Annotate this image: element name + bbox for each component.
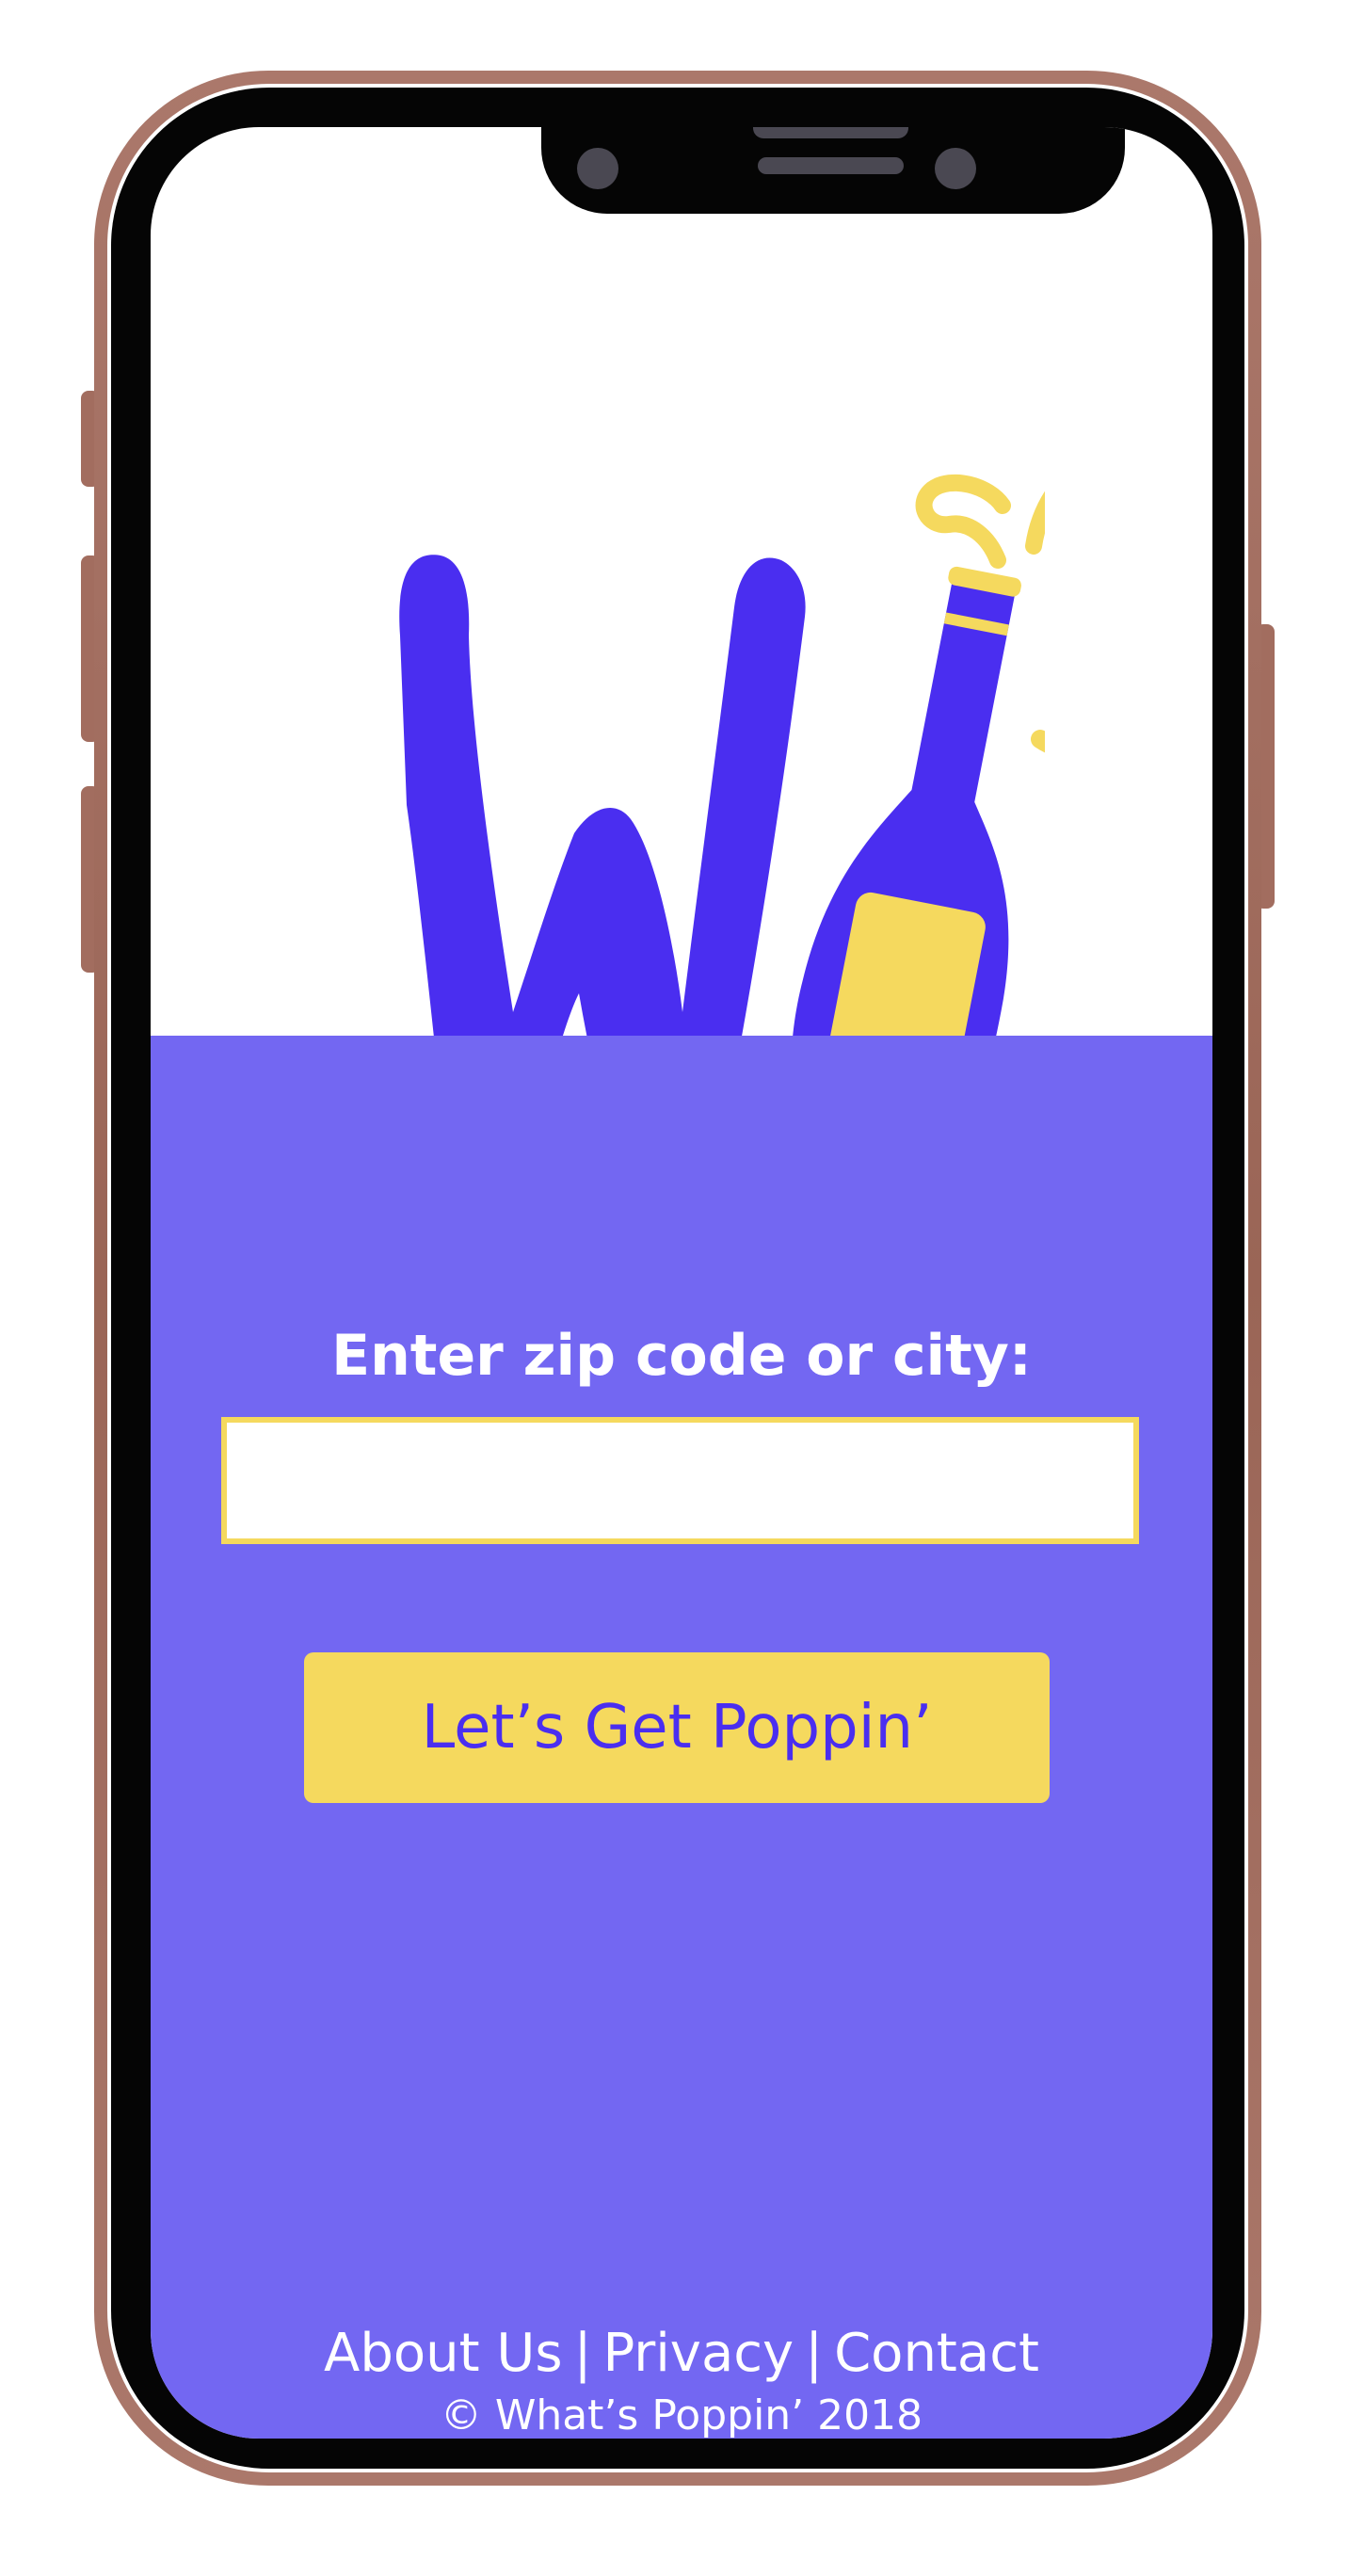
search-panel: Enter zip code or city: Let’s Get Poppin… [151, 1036, 1212, 2439]
copyright-text: © What’s Poppin’ 2018 [440, 2391, 923, 2439]
speaker-grille [753, 127, 908, 138]
footer-link-privacy[interactable]: Privacy [602, 2323, 794, 2384]
phone-screen: Enter zip code or city: Let’s Get Poppin… [151, 127, 1212, 2439]
footer-separator: | [805, 2323, 824, 2384]
zip-city-input[interactable] [221, 1417, 1139, 1544]
phone-notch [541, 127, 1125, 214]
search-label: Enter zip code or city: [331, 1323, 1032, 1389]
sensor-icon [935, 148, 976, 189]
footer-separator: | [573, 2323, 592, 2384]
logo-splash-swirl-left [915, 474, 1011, 569]
footer-link-contact[interactable]: Contact [834, 2323, 1039, 2384]
footer-link-about-us[interactable]: About Us [324, 2323, 563, 2384]
lets-get-poppin-button[interactable]: Let’s Get Poppin’ [304, 1652, 1050, 1803]
what-s-poppin-logo [399, 474, 1045, 1078]
logo-letter-w [399, 555, 806, 1078]
speaker-grille-lower [758, 157, 904, 174]
logo-splash-swirl-right [1031, 730, 1045, 753]
footer-nav: About Us | Privacy | Contact [151, 2321, 1212, 2387]
front-camera-icon [577, 148, 618, 189]
logo-splash-swirl-top [1025, 491, 1045, 555]
